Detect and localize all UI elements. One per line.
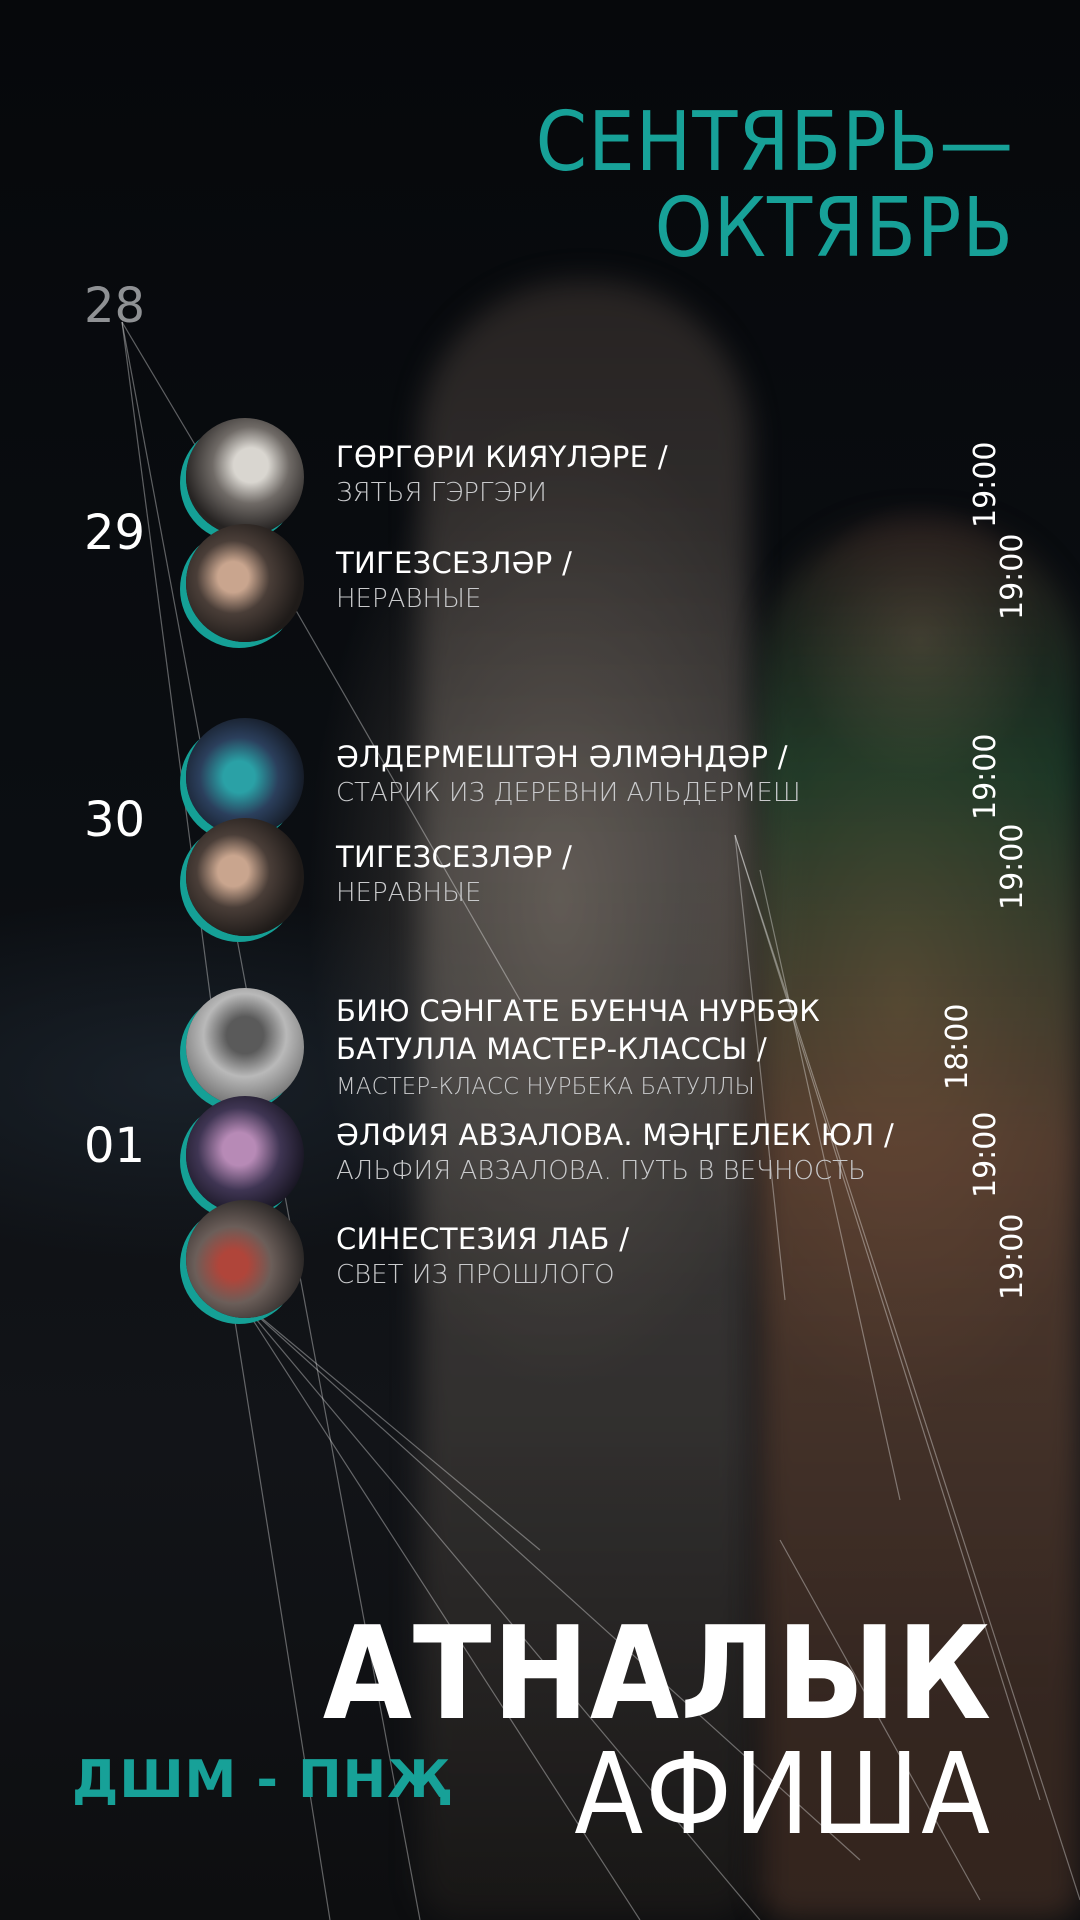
event-title: ТИГЕЗСЕЗЛӘР / [336, 546, 573, 580]
event-subtitle: СТАРИК ИЗ ДЕРЕВНИ АЛЬДЕРМЕШ [336, 778, 801, 808]
event-item[interactable]: ТИГЕЗСЕЗЛӘР / НЕРАВНЫЕ [186, 524, 986, 642]
season-title-line2: ОКТЯБРЬ [654, 181, 1014, 276]
event-thumbnail [186, 1096, 304, 1214]
event-title-line2: БАТУЛЛА МАСТЕР-КЛАССЫ / [336, 1032, 768, 1066]
event-item[interactable]: ТИГЕЗСЕЗЛӘР / НЕРАВНЫЕ [186, 818, 986, 936]
event-time: 18:00 [940, 1003, 975, 1090]
event-thumbnail [186, 1200, 304, 1318]
event-item[interactable]: ГӨРГӨРИ КИЯҮЛӘРЕ / ЗЯТЬЯ ГЭРГЭРИ [186, 418, 986, 536]
event-subtitle: ЗЯТЬЯ ГЭРГЭРИ [336, 478, 547, 508]
date-29: 29 [84, 505, 146, 561]
event-item[interactable]: БИЮ СӘНГАТЕ БУЕНЧА НУРБӘК БАТУЛЛА МАСТЕР… [186, 988, 986, 1106]
date-01: 01 [84, 1118, 146, 1174]
event-subtitle: НЕРАВНЫЕ [336, 584, 482, 614]
event-time: 19:00 [995, 1213, 1030, 1300]
poster-title-line2: АФИША [574, 1730, 992, 1860]
event-time: 19:00 [968, 1111, 1003, 1198]
event-time: 19:00 [968, 441, 1003, 528]
event-item[interactable]: ӘЛДЕРМЕШТӘН ӘЛМӘНДӘР / СТАРИК ИЗ ДЕРЕВНИ… [186, 718, 986, 836]
event-subtitle: АЛЬФИЯ АВЗАЛОВА. ПУТЬ В ВЕЧНОСТЬ [336, 1156, 866, 1186]
event-subtitle: НЕРАВНЫЕ [336, 878, 482, 908]
poster-title-line1: АТНАЛЫК [322, 1600, 992, 1749]
event-subtitle: СВЕТ ИЗ ПРОШЛОГО [336, 1260, 615, 1290]
event-thumbnail [186, 818, 304, 936]
event-thumbnail [186, 524, 304, 642]
event-title: ӘЛФИЯ АВЗАЛОВА. МӘҢГЕЛЕК ЮЛ / [336, 1118, 895, 1152]
event-time: 19:00 [995, 823, 1030, 910]
event-item[interactable]: СИНЕСТЕЗИЯ ЛАБ / СВЕТ ИЗ ПРОШЛОГО [186, 1200, 986, 1318]
event-time: 19:00 [968, 733, 1003, 820]
event-title: ТИГЕЗСЕЗЛӘР / [336, 840, 573, 874]
theatre-name: ДШМ - ПНҖ [72, 1750, 452, 1810]
event-thumbnail [186, 988, 304, 1106]
date-30: 30 [84, 792, 146, 848]
season-title: СЕНТЯБРЬ— ОКТЯБРЬ [536, 100, 1014, 272]
event-title: СИНЕСТЕЗИЯ ЛАБ / [336, 1222, 630, 1256]
date-28: 28 [84, 278, 146, 334]
season-title-line1: СЕНТЯБРЬ— [535, 95, 1014, 190]
event-time: 19:00 [995, 533, 1030, 620]
event-title: ГӨРГӨРИ КИЯҮЛӘРЕ / [336, 440, 668, 474]
event-title-line1: БИЮ СӘНГАТЕ БУЕНЧА НУРБӘК [336, 994, 821, 1028]
event-item[interactable]: ӘЛФИЯ АВЗАЛОВА. МӘҢГЕЛЕК ЮЛ / АЛЬФИЯ АВЗ… [186, 1096, 986, 1214]
event-thumbnail [186, 418, 304, 536]
event-title: ӘЛДЕРМЕШТӘН ӘЛМӘНДӘР / [336, 740, 788, 774]
